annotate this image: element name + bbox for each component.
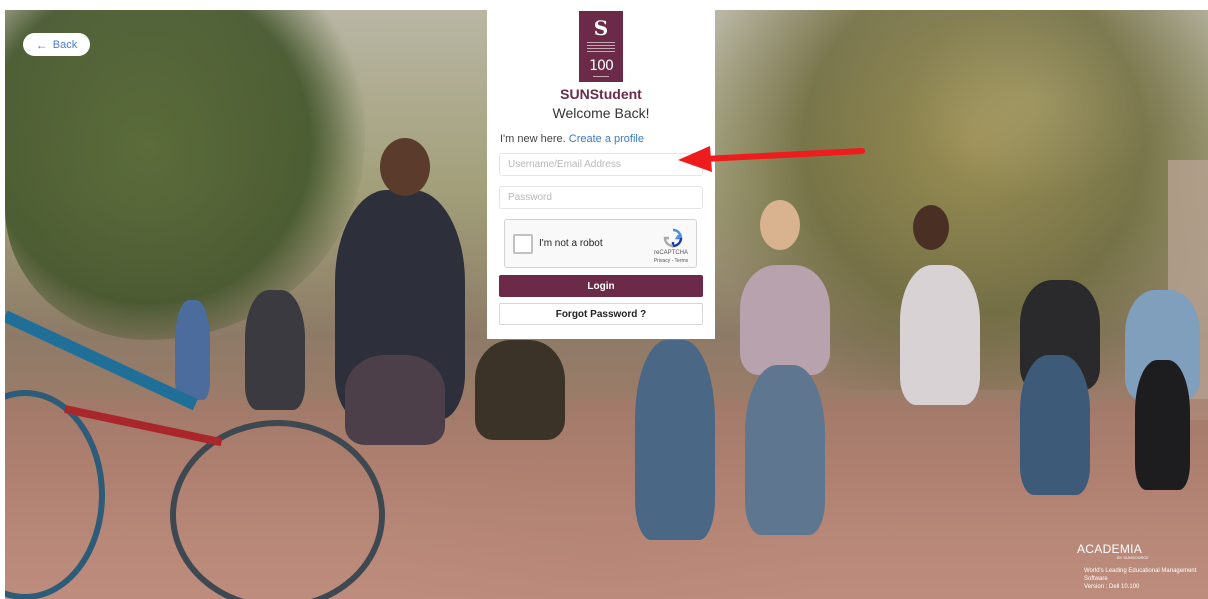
academia-tagline: World's Leading Educational Management S… (1084, 568, 1197, 582)
academia-version: Version : Dell 10.100 (1084, 584, 1140, 590)
login-button[interactable]: Login (499, 275, 703, 297)
person (900, 265, 980, 405)
person (745, 365, 825, 535)
person (175, 300, 210, 400)
recaptcha-icon (663, 228, 683, 248)
create-profile-link[interactable]: Create a profile (569, 133, 644, 145)
person (1135, 360, 1190, 490)
recaptcha-links[interactable]: Privacy - Terms (643, 258, 699, 264)
person (245, 290, 305, 410)
brand-title: SUNStudent (560, 86, 642, 102)
person-head (913, 205, 949, 250)
recaptcha-label: I'm not a robot (539, 238, 603, 249)
person (1020, 355, 1090, 495)
tree-left (5, 10, 365, 340)
recaptcha-brand: reCAPTCHA (653, 250, 688, 256)
person (635, 340, 715, 540)
person (475, 340, 565, 440)
recaptcha-widget: I'm not a robot reCAPTCHA Privacy - Term… (504, 219, 697, 268)
back-button[interactable]: ← Back (23, 33, 90, 56)
academia-logo-text: ACADEMIA (1077, 542, 1143, 556)
red-arrow-annotation (678, 146, 865, 172)
logo-text-lines (587, 42, 615, 56)
person-head (380, 138, 430, 196)
university-logo: S 100 (579, 11, 623, 82)
back-button-label: Back (52, 38, 78, 51)
new-here-text: I'm new here. Create a profile (500, 133, 644, 145)
logo-number: 100 (589, 58, 614, 74)
academia-by-text: BY SUNSOURCE (1117, 555, 1149, 560)
recaptcha-checkbox[interactable] (513, 234, 533, 254)
person (740, 265, 830, 375)
logo-monogram: S (593, 16, 609, 40)
arrow-left-icon: ← (35, 37, 48, 52)
new-here-label: I'm new here. (500, 133, 566, 145)
logo-underline (593, 76, 609, 77)
academia-footer: ACADEMIA BY SUNSOURCE World's Leading Ed… (1077, 542, 1201, 591)
bicycle-wheel (170, 420, 385, 599)
password-input[interactable] (499, 186, 703, 209)
welcome-heading: Welcome Back! (552, 105, 650, 121)
username-input[interactable] (499, 153, 703, 176)
person (345, 355, 445, 445)
forgot-password-button[interactable]: Forgot Password ? (499, 303, 703, 325)
person-head (760, 200, 800, 250)
